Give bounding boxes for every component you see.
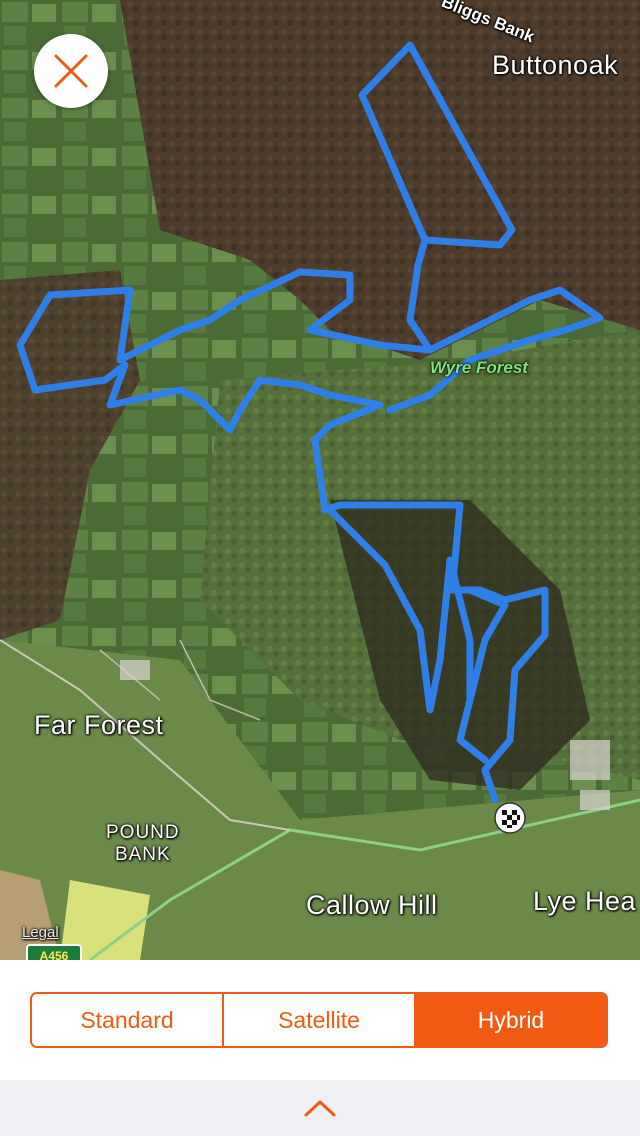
place-label-far-forest: Far Forest xyxy=(34,710,164,740)
map-type-segmented-control: Standard Satellite Hybrid xyxy=(30,992,608,1048)
place-label-wyre-forest: Wyre Forest xyxy=(430,358,528,377)
expand-panel-bar[interactable] xyxy=(0,1080,640,1136)
close-button[interactable] xyxy=(34,34,108,108)
place-label-pound-bank: POUND BANK xyxy=(106,822,180,866)
legal-link[interactable]: Legal xyxy=(22,924,59,941)
route-track xyxy=(16,41,604,834)
place-label-pound: POUND xyxy=(106,822,180,843)
map-type-standard-button[interactable]: Standard xyxy=(32,994,224,1046)
map-view[interactable]: Bliggs Bank Buttonoak Wyre Forest Far Fo… xyxy=(0,0,640,960)
map-type-hybrid-button[interactable]: Hybrid xyxy=(416,994,606,1046)
place-label-lye-head: Lye Hea xyxy=(533,886,637,916)
close-icon xyxy=(54,54,88,88)
place-label-buttonoak: Buttonoak xyxy=(492,50,619,80)
place-label-bank: BANK xyxy=(114,844,171,865)
road-shield-a456: A456 xyxy=(26,944,82,960)
chevron-up-icon xyxy=(304,1100,336,1117)
map-type-satellite-button[interactable]: Satellite xyxy=(224,994,416,1046)
place-label-callow-hill: Callow Hill xyxy=(306,890,438,920)
finish-marker xyxy=(494,802,526,834)
map-type-panel: Standard Satellite Hybrid xyxy=(0,960,640,1080)
